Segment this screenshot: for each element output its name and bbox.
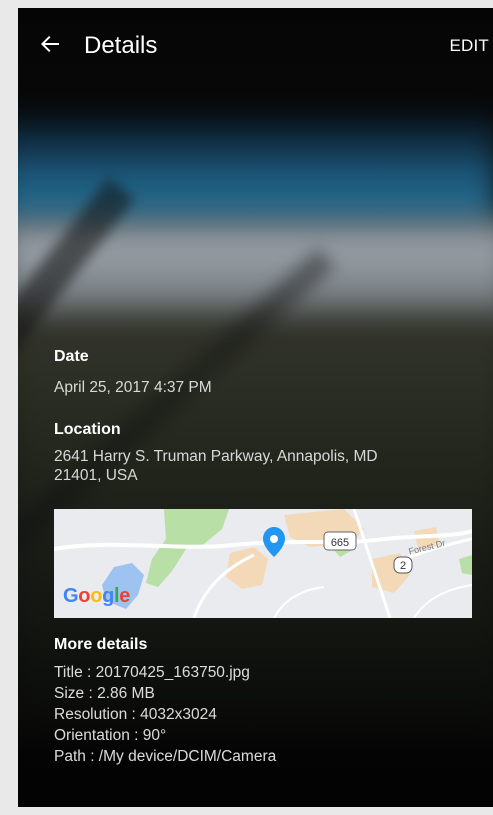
svg-text:665: 665 (331, 537, 349, 549)
location-map[interactable]: 665 2 Forest Dr Google (54, 509, 472, 618)
location-label: Location (54, 421, 121, 438)
svg-text:2: 2 (400, 560, 406, 572)
phone-screen: Details EDIT Date April 25, 2017 4:37 PM… (18, 8, 493, 807)
page-title: Details (84, 32, 158, 59)
arrow-left-icon (41, 36, 59, 52)
google-logo: Google (63, 585, 131, 607)
edit-button[interactable]: EDIT (449, 36, 489, 56)
route-665-shield: 665 (323, 531, 357, 551)
more-details-label: More details (54, 636, 148, 653)
detail-orientation: Orientation : 90° (54, 727, 167, 744)
detail-resolution: Resolution : 4032x3024 (54, 706, 217, 723)
details-section: Date April 25, 2017 4:37 PM Location 264… (54, 348, 474, 485)
detail-size: Size : 2.86 MB (54, 685, 155, 702)
location-address-line2: 21401, USA (54, 467, 138, 484)
detail-title: Title : 20170425_163750.jpg (54, 664, 250, 681)
top-app-bar: Details EDIT (18, 8, 493, 80)
back-button[interactable] (36, 30, 64, 58)
location-address-line1: 2641 Harry S. Truman Parkway, Annapolis,… (54, 448, 378, 465)
date-value: April 25, 2017 4:37 PM (54, 379, 212, 396)
more-details-section: More details Title : 20170425_163750.jpg… (54, 636, 474, 767)
date-label: Date (54, 348, 89, 365)
detail-path: Path : /My device/DCIM/Camera (54, 748, 277, 765)
route-2-shield: 2 (393, 556, 413, 574)
